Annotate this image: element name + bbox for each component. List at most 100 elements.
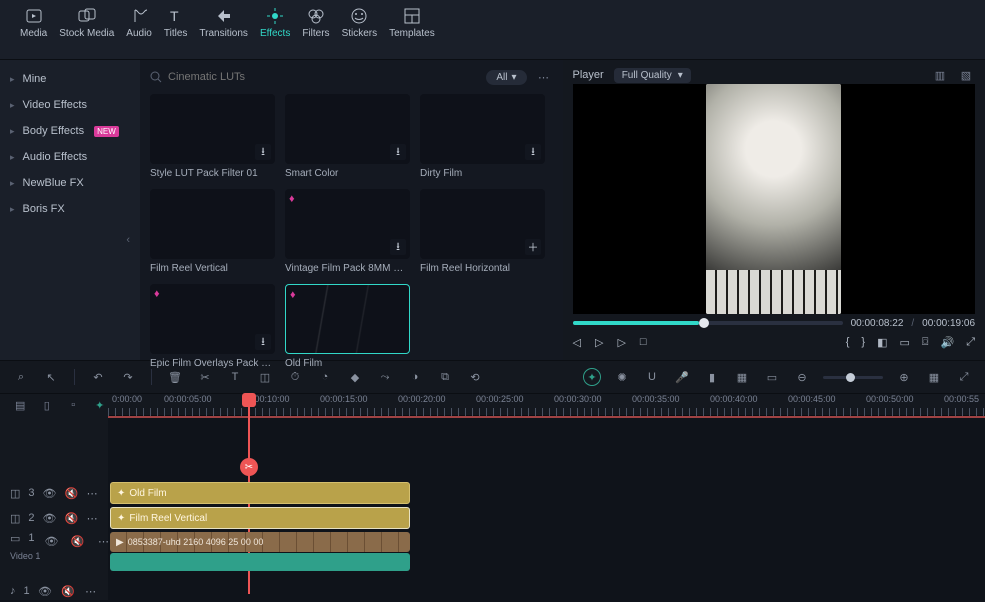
effect-thumb[interactable]: ⭳Style LUT Pack Filter 01	[150, 94, 275, 179]
sidebar-item[interactable]: ▸Mine	[0, 66, 140, 92]
redo-button[interactable]: ↷	[119, 368, 137, 386]
auto-ripple-icon[interactable]: ▯	[39, 396, 56, 414]
snapshot-icon[interactable]: ▧	[957, 66, 975, 84]
keyframe-button[interactable]: ◆	[346, 368, 364, 386]
mask-button[interactable]: ◑	[406, 368, 424, 386]
sidebar-label: Mine	[23, 73, 47, 85]
speed-button[interactable]: ⏱	[286, 368, 304, 386]
more-menu-button[interactable]: ⋯	[535, 68, 553, 86]
text-button[interactable]: T	[226, 368, 244, 386]
topnav-titles[interactable]: TTitles	[164, 6, 188, 39]
track-button[interactable]: ▦	[733, 368, 751, 386]
download-icon[interactable]: ⭳	[255, 144, 271, 160]
visibility-icon[interactable]: 👁	[43, 509, 57, 527]
visibility-icon[interactable]: 👁	[38, 582, 53, 600]
mark-in-button[interactable]: {	[846, 336, 850, 348]
adjust-button[interactable]: ✺	[613, 368, 631, 386]
mute-icon[interactable]: 🔇	[65, 509, 79, 527]
ai-button[interactable]: ✦	[583, 368, 601, 386]
snap-icon[interactable]: ▫	[65, 396, 82, 414]
color-button[interactable]: ◔	[316, 368, 334, 386]
mic-button[interactable]: 🎤	[673, 368, 691, 386]
effect-thumb[interactable]: ⭳Smart Color	[285, 94, 410, 179]
prev-frame-button[interactable]: ◁	[573, 336, 581, 349]
render-button[interactable]: ▭	[763, 368, 781, 386]
linked-icon[interactable]: ✦	[92, 396, 109, 414]
grid-view-button[interactable]: ▦	[925, 368, 943, 386]
sidebar-item[interactable]: ▸Audio Effects	[0, 144, 140, 170]
split-button[interactable]: ✂	[196, 368, 214, 386]
mute-icon[interactable]: 🔇	[60, 582, 75, 600]
topnav-templates[interactable]: Templates	[389, 6, 435, 39]
audio-icon	[129, 6, 149, 26]
timeline-ruler[interactable]: 0:00:00 00:00:05:0000:00:10:0000:00:15:0…	[108, 394, 985, 416]
mute-icon[interactable]: 🔇	[65, 484, 79, 502]
effect-thumb[interactable]: ＋Film Reel Horizontal	[420, 189, 545, 274]
crop-button[interactable]: ◫	[256, 368, 274, 386]
topnav-effects[interactable]: Effects	[260, 6, 290, 39]
clip-old-film[interactable]: ✦ Old Film	[110, 482, 410, 504]
download-icon[interactable]: ⭳	[525, 144, 541, 160]
delete-button[interactable]: 🗑	[166, 368, 184, 386]
sidebar-item[interactable]: ▸Boris FX	[0, 196, 140, 222]
download-icon[interactable]: ⭳	[390, 239, 406, 255]
snapshot-button[interactable]: ⌼	[922, 336, 929, 349]
fit-button[interactable]: ⤢	[955, 368, 973, 386]
sidebar-item[interactable]: ▸Video Effects	[0, 92, 140, 118]
effect-thumb[interactable]: ♦⭳Vintage Film Pack 8MM DIR...	[285, 189, 410, 274]
sidebar-collapse-button[interactable]: ‹	[0, 230, 140, 250]
mark-out-button[interactable]: }	[861, 336, 865, 348]
lock-icon[interactable]: ⋯	[86, 484, 98, 502]
sidebar-item[interactable]: ▸Body EffectsNEW	[0, 118, 140, 144]
timeline-opts-icon[interactable]: ▤	[12, 396, 29, 414]
next-frame-button[interactable]: ▷	[617, 336, 625, 349]
magnet-icon[interactable]: ⌕	[12, 368, 30, 386]
quality-dropdown[interactable]: Full Quality ▾	[614, 68, 691, 83]
mute-icon[interactable]: 🔇	[69, 532, 87, 550]
speedramp-button[interactable]: ⤳	[376, 368, 394, 386]
link-button[interactable]: ⟲	[466, 368, 484, 386]
undo-button[interactable]: ↶	[89, 368, 107, 386]
download-icon[interactable]: ⭳	[390, 144, 406, 160]
effect-thumb[interactable]: Film Reel Vertical	[150, 189, 275, 274]
group-button[interactable]: ⧉	[436, 368, 454, 386]
lock-icon[interactable]: ⋯	[83, 582, 98, 600]
zoom-out-button[interactable]: ⊖	[793, 368, 811, 386]
stop-button[interactable]: □	[640, 336, 647, 348]
underline-button[interactable]: U	[643, 368, 661, 386]
thumb-preview	[150, 189, 275, 259]
topnav-audio[interactable]: Audio	[126, 6, 152, 39]
effect-thumb[interactable]: ♦⭳Epic Film Overlays Pack Over...	[150, 284, 275, 369]
topnav-label: Effects	[260, 28, 290, 39]
effect-thumb[interactable]: ⭳Dirty Film	[420, 94, 545, 179]
clip-video[interactable]: ▶ 0853387-uhd 2160 4096 25 00 00	[110, 532, 410, 552]
clip-audio[interactable]	[110, 553, 410, 571]
pointer-icon[interactable]: ↖	[42, 368, 60, 386]
effect-thumb[interactable]: ♦Old Film	[285, 284, 410, 369]
clip-film-reel-vertical[interactable]: ✦ Film Reel Vertical	[110, 507, 410, 529]
zoom-in-button[interactable]: ⊕	[895, 368, 913, 386]
search-input[interactable]	[168, 71, 288, 83]
add-icon[interactable]: ＋	[525, 239, 541, 255]
topnav-stickers[interactable]: Stickers	[342, 6, 378, 39]
filter-dropdown[interactable]: All ▾	[486, 70, 526, 85]
topnav-stock[interactable]: Stock Media	[59, 6, 114, 39]
marker-button[interactable]: ▮	[703, 368, 721, 386]
visibility-icon[interactable]: 👁	[43, 532, 61, 550]
topnav-filters[interactable]: Filters	[302, 6, 329, 39]
render-preview-button[interactable]: ▭	[899, 336, 909, 349]
play-button[interactable]: ▷	[595, 336, 603, 349]
preview-progress[interactable]	[573, 321, 843, 325]
visibility-icon[interactable]: 👁	[43, 484, 57, 502]
volume-button[interactable]: 🔊	[940, 336, 954, 349]
voiceover-button[interactable]: ◧	[877, 336, 887, 349]
topnav-media[interactable]: Media	[20, 6, 47, 39]
stock-icon	[77, 6, 97, 26]
sidebar-item[interactable]: ▸NewBlue FX	[0, 170, 140, 196]
compare-icon[interactable]: ▥	[931, 66, 949, 84]
zoom-slider[interactable]	[823, 376, 883, 379]
fullscreen-button[interactable]: ⤢	[966, 336, 975, 349]
topnav-transitions[interactable]: Transitions	[199, 6, 248, 39]
lock-icon[interactable]: ⋯	[86, 509, 98, 527]
download-icon[interactable]: ⭳	[255, 334, 271, 350]
